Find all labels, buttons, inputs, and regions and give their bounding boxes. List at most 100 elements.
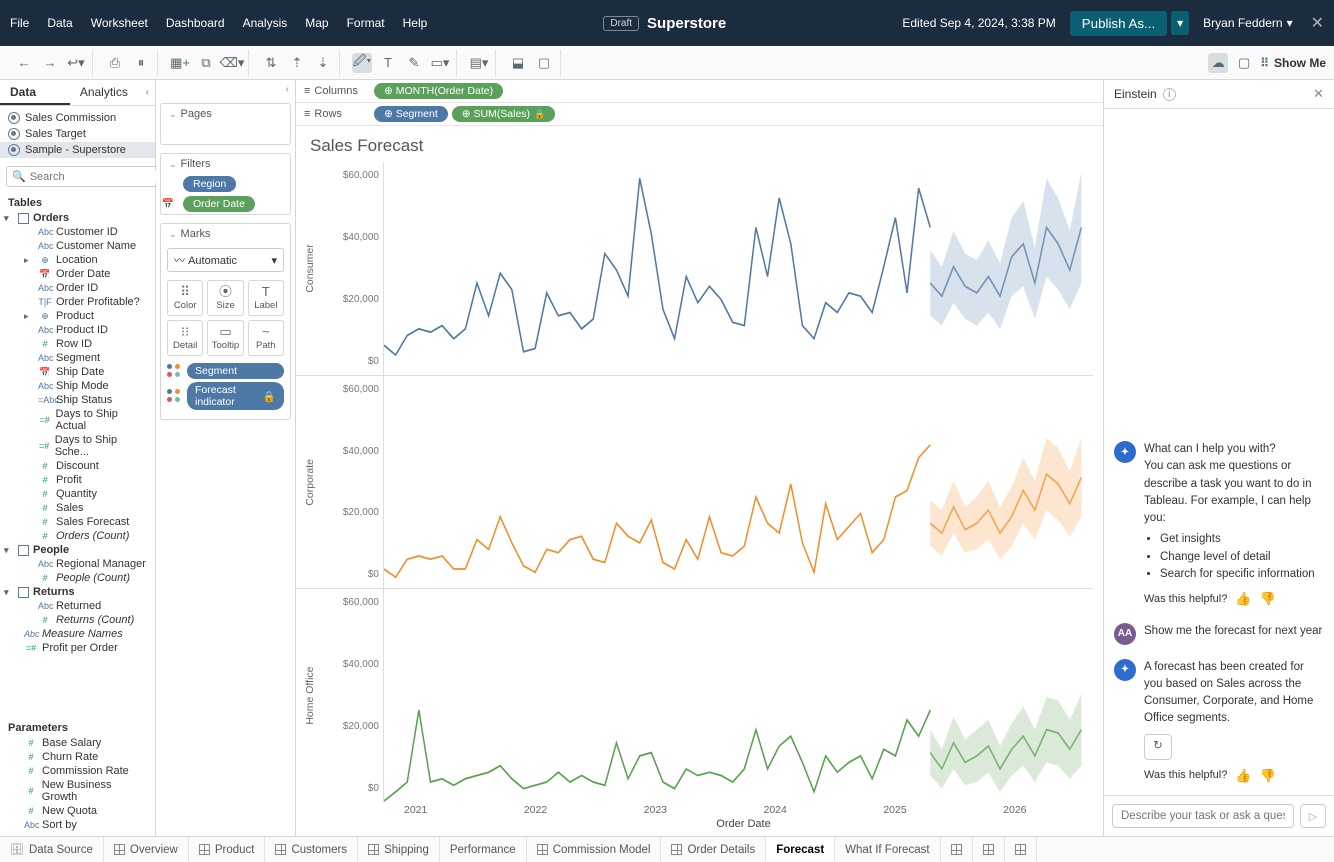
parameter-item[interactable]: #Base Salary bbox=[0, 736, 155, 750]
sheet-tab-data-source[interactable]: 🗄Data Source bbox=[0, 837, 104, 862]
publish-button[interactable]: Publish As... bbox=[1070, 11, 1167, 36]
field-item[interactable]: 📅Ship Date bbox=[0, 365, 155, 379]
menu-format[interactable]: Format bbox=[347, 16, 385, 30]
sort-desc-icon[interactable]: ⇣ bbox=[313, 53, 333, 73]
field-item[interactable]: #Sales bbox=[0, 501, 155, 515]
parameter-item[interactable]: #Churn Rate bbox=[0, 750, 155, 764]
fit-icon[interactable]: ▭▾ bbox=[430, 53, 450, 73]
menu-help[interactable]: Help bbox=[403, 16, 428, 30]
field-item[interactable]: #Profit bbox=[0, 473, 155, 487]
thumbs-up-icon[interactable]: 👍 bbox=[1235, 766, 1251, 786]
info-icon[interactable]: i bbox=[1163, 88, 1176, 101]
mark-pill[interactable]: Forecast indicator🔒 bbox=[187, 382, 284, 410]
sheet-tab-shipping[interactable]: Shipping bbox=[358, 837, 440, 862]
field-item[interactable]: ▸⊕Location bbox=[0, 253, 155, 267]
parameter-item[interactable]: #New Business Growth bbox=[0, 778, 155, 804]
mark-tooltip-button[interactable]: ▭Tooltip bbox=[207, 320, 243, 356]
undo-icon[interactable]: ← bbox=[14, 53, 34, 73]
new-datasource-icon[interactable]: ⎙ bbox=[105, 53, 125, 73]
field-item[interactable]: =#Days to Ship Sche... bbox=[0, 433, 155, 459]
menu-analysis[interactable]: Analysis bbox=[243, 16, 288, 30]
sheet-tab-forecast[interactable]: Forecast bbox=[766, 837, 835, 862]
parameter-item[interactable]: AbcSort by bbox=[0, 818, 155, 832]
einstein-toggle-icon[interactable]: ☁ bbox=[1208, 53, 1228, 73]
mark-color-button[interactable]: ⠿Color bbox=[167, 280, 203, 316]
marks-type-dropdown[interactable]: 〰 Automatic▾ bbox=[167, 248, 284, 272]
menu-worksheet[interactable]: Worksheet bbox=[91, 16, 148, 30]
refresh-icon[interactable]: ↻ bbox=[1144, 734, 1172, 760]
present-icon[interactable]: ▢ bbox=[534, 53, 554, 73]
tab-analytics[interactable]: Analytics bbox=[70, 80, 140, 105]
parameter-item[interactable]: #New Quota bbox=[0, 804, 155, 818]
field-item[interactable]: #Sales Forecast bbox=[0, 515, 155, 529]
viz-title[interactable]: Sales Forecast bbox=[296, 126, 1103, 162]
collapse-cards-icon[interactable]: ‹ bbox=[280, 80, 295, 99]
show-cards-icon[interactable]: ▤▾ bbox=[469, 53, 489, 73]
shelf-pill[interactable]: ⊕ SUM(Sales) 🔒 bbox=[452, 106, 556, 122]
mark-detail-button[interactable]: ⁝⁝Detail bbox=[167, 320, 203, 356]
datasource-item[interactable]: Sample - Superstore bbox=[0, 142, 155, 158]
totals-icon[interactable]: T bbox=[378, 53, 398, 73]
thumbs-down-icon[interactable]: 👎 bbox=[1260, 766, 1276, 786]
field-item[interactable]: #Discount bbox=[0, 459, 155, 473]
field-item[interactable]: 📅Order Date bbox=[0, 267, 155, 281]
field-item[interactable]: AbcRegional Manager bbox=[0, 557, 155, 571]
filter-pill[interactable]: Region bbox=[183, 176, 236, 192]
field-item[interactable]: ▸⊕Product bbox=[0, 309, 155, 323]
sheet-tab-commission-model[interactable]: Commission Model bbox=[527, 837, 662, 862]
menu-dashboard[interactable]: Dashboard bbox=[166, 16, 225, 30]
field-item[interactable]: #Returns (Count) bbox=[0, 613, 155, 627]
sort-asc-icon[interactable]: ⇡ bbox=[287, 53, 307, 73]
menu-data[interactable]: Data bbox=[47, 16, 72, 30]
columns-shelf[interactable]: ≡Columns ⊕ MONTH(Order Date) bbox=[296, 80, 1103, 103]
user-menu[interactable]: Bryan Feddern ▾ bbox=[1203, 16, 1292, 30]
mark-size-button[interactable]: ⦿Size bbox=[207, 280, 243, 316]
menu-map[interactable]: Map bbox=[305, 16, 328, 30]
field-item[interactable]: AbcMeasure Names bbox=[0, 627, 155, 641]
swap-icon[interactable]: ⇅ bbox=[261, 53, 281, 73]
parameter-item[interactable]: #Commission Rate bbox=[0, 764, 155, 778]
close-icon[interactable]: ✕ bbox=[1311, 13, 1324, 33]
shelf-pill[interactable]: ⊕ MONTH(Order Date) bbox=[374, 83, 503, 99]
new-story-tab-icon[interactable] bbox=[1005, 837, 1037, 862]
einstein-input[interactable] bbox=[1112, 804, 1294, 828]
collapse-panel-icon[interactable]: ‹ bbox=[140, 80, 155, 105]
annotate-icon[interactable]: ✎ bbox=[404, 53, 424, 73]
field-item[interactable]: =#Days to Ship Actual bbox=[0, 407, 155, 433]
sheet-tab-order-details[interactable]: Order Details bbox=[661, 837, 766, 862]
datasource-item[interactable]: Sales Commission bbox=[0, 110, 155, 126]
field-item[interactable]: T|FOrder Profitable? bbox=[0, 295, 155, 309]
field-item[interactable]: #Row ID bbox=[0, 337, 155, 351]
new-worksheet-tab-icon[interactable] bbox=[941, 837, 973, 862]
clear-icon[interactable]: ⌫▾ bbox=[222, 53, 242, 73]
field-item[interactable]: AbcReturned bbox=[0, 599, 155, 613]
sheet-tab-overview[interactable]: Overview bbox=[104, 837, 189, 862]
table-group[interactable]: ▾Orders bbox=[0, 211, 155, 225]
publish-dropdown[interactable]: ▾ bbox=[1171, 11, 1189, 35]
field-item[interactable]: AbcSegment bbox=[0, 351, 155, 365]
menu-file[interactable]: File bbox=[10, 16, 29, 30]
close-panel-icon[interactable]: ✕ bbox=[1313, 86, 1324, 102]
sheet-tab-performance[interactable]: Performance bbox=[440, 837, 527, 862]
sheet-tab-customers[interactable]: Customers bbox=[265, 837, 358, 862]
search-input[interactable]: 🔍 bbox=[6, 166, 178, 187]
download-icon[interactable]: ⬓ bbox=[508, 53, 528, 73]
filter-pill[interactable]: Order Date bbox=[183, 196, 255, 212]
mark-pill[interactable]: Segment bbox=[187, 363, 284, 379]
highlight-icon[interactable]: 🖉▾ bbox=[352, 53, 372, 73]
mark-label-button[interactable]: TLabel bbox=[248, 280, 284, 316]
datasource-item[interactable]: Sales Target bbox=[0, 126, 155, 142]
field-item[interactable]: AbcProduct ID bbox=[0, 323, 155, 337]
new-worksheet-icon[interactable]: ▦+ bbox=[170, 53, 190, 73]
revert-icon[interactable]: ↩︎▾ bbox=[66, 53, 86, 73]
thumbs-up-icon[interactable]: 👍 bbox=[1235, 589, 1251, 609]
field-item[interactable]: AbcOrder ID bbox=[0, 281, 155, 295]
tab-data[interactable]: Data bbox=[0, 80, 70, 105]
table-group[interactable]: ▾People bbox=[0, 543, 155, 557]
field-item[interactable]: =AbcShip Status bbox=[0, 393, 155, 407]
duplicate-icon[interactable]: ⧉ bbox=[196, 53, 216, 73]
mark-path-button[interactable]: ~Path bbox=[248, 320, 284, 356]
field-item[interactable]: #Quantity bbox=[0, 487, 155, 501]
new-dashboard-tab-icon[interactable] bbox=[973, 837, 1005, 862]
field-item[interactable]: =#Profit per Order bbox=[0, 641, 155, 655]
